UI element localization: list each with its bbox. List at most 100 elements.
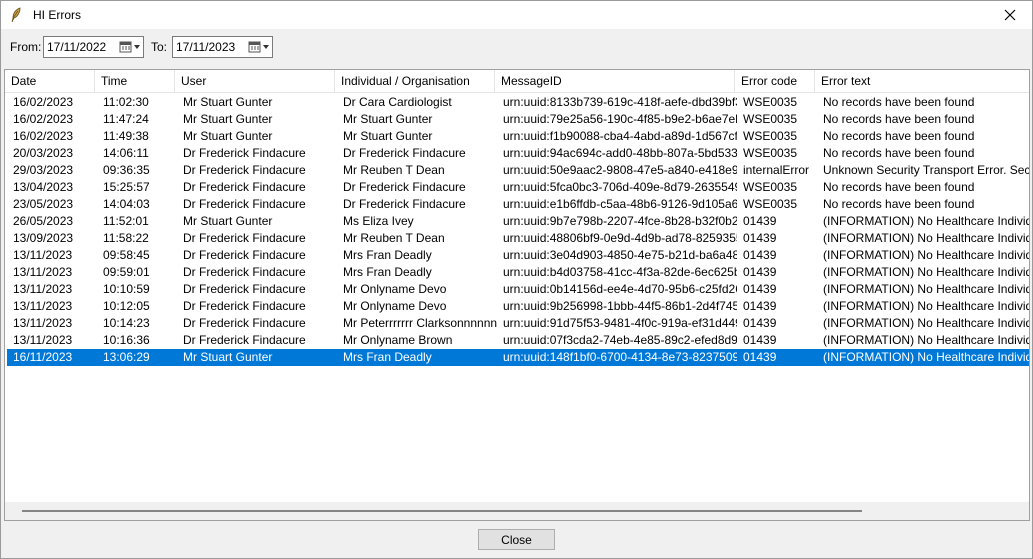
- cell-time: 11:02:30: [103, 95, 149, 109]
- cell-error-code: 01439: [743, 265, 777, 279]
- cell-error-code: 01439: [743, 299, 777, 313]
- cell-message-id: urn:uuid:8133b739-619c-418f-aefe-dbd39bf…: [503, 95, 737, 109]
- cell-time: 13:06:29: [103, 350, 150, 364]
- cell-date: 13/09/2023: [13, 231, 74, 245]
- table-row[interactable]: 16/02/2023 11:49:38 Mr Stuart Gunter Mr Stu…: [7, 128, 1029, 145]
- table-row[interactable]: 13/09/2023 11:58:22 Dr Frederick Findacure…: [7, 230, 1029, 247]
- cell-date: 16/11/2023: [13, 350, 73, 364]
- cell-individual-organisation: Mr Onlyname Devo: [343, 299, 447, 313]
- cell-message-id: urn:uuid:0b14156d-ee4e-4d70-95b6-c25fd26…: [503, 282, 737, 296]
- table-row[interactable]: 29/03/2023 09:36:35 Dr Frederick Findacure…: [7, 162, 1029, 179]
- cell-user: Dr Frederick Findacure: [183, 248, 306, 262]
- table-row[interactable]: 20/03/2023 14:06:11 Dr Frederick Findacure…: [7, 145, 1029, 162]
- table-row[interactable]: 13/11/2023 10:16:36 Dr Frederick Findacure…: [7, 332, 1029, 349]
- column-header-individual-organisation[interactable]: Individual / Organisation: [335, 70, 495, 93]
- cell-individual-organisation: Mr Onlyname Devo: [343, 282, 447, 296]
- cell-message-id: urn:uuid:148f1bf0-6700-4134-8e73-8237509…: [503, 350, 737, 364]
- hi-errors-window: HI Errors From: 17/11/2022 To: 17/11/202…: [0, 0, 1033, 559]
- close-icon[interactable]: [992, 1, 1028, 29]
- cell-message-id: urn:uuid:e1b6ffdb-c5aa-48b6-9126-9d105a6…: [503, 197, 737, 211]
- cell-message-id: urn:uuid:07f3cda2-74eb-4e85-89c2-efed8d9…: [503, 333, 737, 347]
- cell-time: 11:52:01: [103, 214, 149, 228]
- cell-error-code: 01439: [743, 316, 777, 330]
- title-bar: HI Errors: [1, 1, 1032, 29]
- cell-message-id: urn:uuid:9b256998-1bbb-44f5-86b1-2d4f745…: [503, 299, 737, 313]
- cell-date: 13/11/2023: [13, 265, 73, 279]
- cell-individual-organisation: Dr Frederick Findacure: [343, 146, 466, 160]
- table-row[interactable]: 13/11/2023 10:12:05 Dr Frederick Findacure…: [7, 298, 1029, 315]
- calendar-dropdown-icon[interactable]: [117, 37, 143, 57]
- cell-error-text: (INFORMATION) No Healthcare Individual r…: [823, 214, 1029, 228]
- cell-user: Dr Frederick Findacure: [183, 282, 306, 296]
- cell-error-text: (INFORMATION) No Healthcare Individual r…: [823, 282, 1029, 296]
- from-date-value[interactable]: 17/11/2022: [44, 40, 117, 54]
- to-date-value[interactable]: 17/11/2023: [173, 40, 246, 54]
- cell-time: 15:25:57: [103, 180, 150, 194]
- table-row[interactable]: 13/11/2023 09:58:45 Dr Frederick Findacure…: [7, 247, 1029, 264]
- cell-error-text: No records have been found: [823, 197, 975, 211]
- cell-user: Dr Frederick Findacure: [183, 299, 306, 313]
- cell-date: 23/05/2023: [13, 197, 74, 211]
- scrollbar-thumb[interactable]: [22, 510, 862, 512]
- errors-grid[interactable]: Date Time User Individual / Organisation…: [4, 69, 1030, 521]
- table-row[interactable]: 16/02/2023 11:47:24 Mr Stuart Gunter Mr Stu…: [7, 111, 1029, 128]
- cell-error-code: 01439: [743, 248, 777, 262]
- column-header-time[interactable]: Time: [95, 70, 175, 93]
- cell-error-code: WSE0035: [743, 180, 798, 194]
- cell-date: 16/02/2023: [13, 129, 74, 143]
- cell-time: 14:06:11: [103, 146, 149, 160]
- cell-time: 10:12:05: [103, 299, 150, 313]
- cell-individual-organisation: Ms Eliza Ivey: [343, 214, 414, 228]
- table-row[interactable]: 13/11/2023 10:14:23 Dr Frederick Findacure…: [7, 315, 1029, 332]
- window-title: HI Errors: [33, 8, 81, 22]
- cell-date: 13/11/2023: [13, 333, 73, 347]
- table-row[interactable]: 26/05/2023 11:52:01 Mr Stuart Gunter Ms Eli…: [7, 213, 1029, 230]
- table-row[interactable]: 16/02/2023 11:02:30 Mr Stuart Gunter Dr Car…: [7, 94, 1029, 111]
- cell-error-text: (INFORMATION) No Healthcare Individual r…: [823, 231, 1029, 245]
- cell-error-text: No records have been found: [823, 95, 975, 109]
- cell-error-code: WSE0035: [743, 112, 798, 126]
- cell-date: 13/11/2023: [13, 299, 73, 313]
- cell-message-id: urn:uuid:b4d03758-41cc-4f3a-82de-6ec625b…: [503, 265, 737, 279]
- column-header-user[interactable]: User: [175, 70, 335, 93]
- cell-message-id: urn:uuid:3e04d903-4850-4e75-b21d-ba6a48d…: [503, 248, 737, 262]
- cell-user: Dr Frederick Findacure: [183, 265, 306, 279]
- cell-message-id: urn:uuid:9b7e798b-2207-4fce-8b28-b32f0b2…: [503, 214, 737, 228]
- column-header-date[interactable]: Date: [5, 70, 95, 93]
- column-header-error-text[interactable]: Error text: [815, 70, 1029, 93]
- cell-time: 10:10:59: [103, 282, 150, 296]
- cell-message-id: urn:uuid:94ac694c-add0-48bb-807a-5bd5330…: [503, 146, 737, 160]
- table-row[interactable]: 13/04/2023 15:25:57 Dr Frederick Findacure…: [7, 179, 1029, 196]
- cell-individual-organisation: Mr Onlyname Brown: [343, 333, 453, 347]
- cell-user: Mr Stuart Gunter: [183, 112, 273, 126]
- cell-error-text: No records have been found: [823, 129, 975, 143]
- cell-time: 11:58:22: [103, 231, 149, 245]
- table-row[interactable]: 16/11/2023 13:06:29 Mr Stuart Gunter Mrs Fr…: [7, 349, 1029, 366]
- column-header-error-code[interactable]: Error code: [735, 70, 815, 93]
- cell-user: Dr Frederick Findacure: [183, 146, 306, 160]
- close-button[interactable]: Close: [478, 529, 555, 550]
- cell-date: 16/02/2023: [13, 112, 74, 126]
- to-date-picker[interactable]: 17/11/2023: [172, 36, 273, 58]
- cell-individual-organisation: Dr Frederick Findacure: [343, 180, 466, 194]
- cell-error-code: WSE0035: [743, 129, 798, 143]
- cell-individual-organisation: Dr Cara Cardiologist: [343, 95, 452, 109]
- cell-error-code: WSE0035: [743, 146, 798, 160]
- cell-message-id: urn:uuid:5fca0bc3-706d-409e-8d79-2635549…: [503, 180, 737, 194]
- table-row[interactable]: 13/11/2023 10:10:59 Dr Frederick Findacure…: [7, 281, 1029, 298]
- table-row[interactable]: 23/05/2023 14:04:03 Dr Frederick Findacure…: [7, 196, 1029, 213]
- cell-individual-organisation: Mrs Fran Deadly: [343, 248, 432, 262]
- feather-icon: [8, 7, 24, 23]
- cell-user: Mr Stuart Gunter: [183, 350, 273, 364]
- table-row[interactable]: 13/11/2023 09:59:01 Dr Frederick Findacure…: [7, 264, 1029, 281]
- column-header-message-id[interactable]: MessageID: [495, 70, 735, 93]
- cell-error-text: (INFORMATION) No Healthcare Individual r…: [823, 265, 1029, 279]
- cell-time: 11:47:24: [103, 112, 149, 126]
- cell-time: 09:36:35: [103, 163, 150, 177]
- horizontal-scrollbar[interactable]: [5, 502, 1029, 520]
- cell-individual-organisation: Mrs Fran Deadly: [343, 265, 432, 279]
- from-date-picker[interactable]: 17/11/2022: [43, 36, 144, 58]
- calendar-dropdown-icon[interactable]: [246, 37, 272, 57]
- cell-user: Dr Frederick Findacure: [183, 316, 306, 330]
- from-label: From:: [10, 40, 42, 54]
